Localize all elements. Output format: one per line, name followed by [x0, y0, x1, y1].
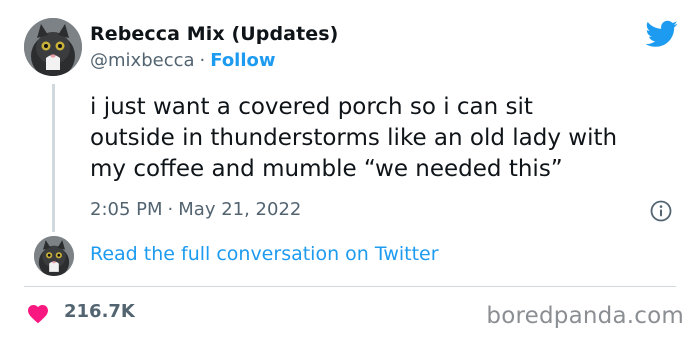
author-name[interactable]: Rebecca Mix (Updates) [90, 23, 338, 45]
tweet-timestamp[interactable]: 2:05 PM · May 21, 2022 [90, 199, 301, 220]
timestamp-separator: · [167, 199, 174, 220]
author-avatar[interactable] [24, 18, 82, 76]
info-icon[interactable] [650, 200, 672, 222]
twitter-bird-icon[interactable] [646, 20, 678, 48]
tweet-text-line: outside in thunderstorms like an old lad… [90, 125, 618, 151]
likes-count[interactable]: 216.7K [64, 301, 135, 322]
thread-line [52, 84, 55, 232]
handle-separator: · [199, 50, 206, 71]
tweet-text: i just want a covered porch so i can sit… [90, 92, 690, 185]
author-handle[interactable]: @mixbecca [90, 50, 195, 71]
tweet-text-line: i just want a covered porch so i can sit [90, 94, 533, 120]
author-handle-row: @mixbecca · Follow [90, 50, 276, 71]
watermark: boredpanda.com [486, 303, 684, 329]
heart-icon[interactable] [26, 302, 50, 324]
follow-button[interactable]: Follow [210, 50, 275, 71]
author-avatar-small[interactable] [34, 236, 74, 276]
tweet-time: 2:05 PM [90, 199, 163, 220]
tweet-date: May 21, 2022 [178, 199, 302, 220]
tweet-text-line: my coffee and mumble “we needed this” [90, 156, 563, 182]
divider [24, 286, 676, 287]
read-conversation-link[interactable]: Read the full conversation on Twitter [90, 243, 439, 265]
